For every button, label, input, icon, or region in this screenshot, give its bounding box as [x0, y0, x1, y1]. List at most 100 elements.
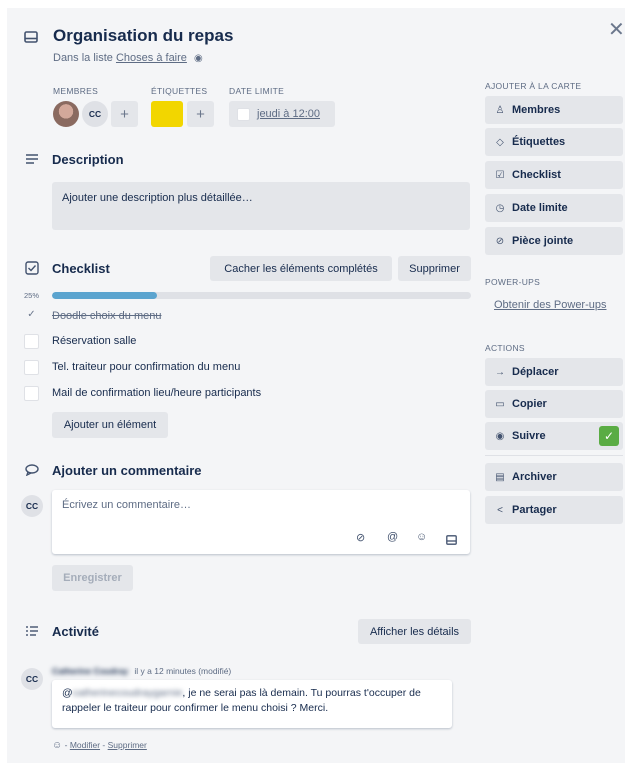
progress-track: [52, 292, 471, 299]
tags-label: ÉTIQUETTES: [151, 86, 208, 96]
emoji-icon[interactable]: ☺: [416, 531, 427, 543]
card-icon: [24, 30, 38, 48]
sidebar-label: Copier: [512, 398, 547, 410]
description-placeholder: Ajouter une description plus détaillée…: [62, 192, 253, 204]
add-checklist-item-button[interactable]: Ajouter un élément: [52, 412, 168, 438]
comment-avatar: CC: [21, 495, 43, 517]
activity-avatar: CC: [21, 668, 43, 690]
activity-mention[interactable]: catherinecoudraygarnie: [73, 686, 183, 701]
sidebar-label: Déplacer: [512, 366, 559, 378]
add-to-card-heading: AJOUTER À LA CARTE: [485, 81, 582, 91]
arrow-right-icon: →: [495, 366, 505, 378]
activity-icon: [24, 625, 40, 640]
mention-icon[interactable]: @: [387, 531, 398, 543]
delete-comment-link[interactable]: Supprimer: [108, 740, 147, 750]
sidebar-label: Membres: [512, 104, 561, 116]
sidebar-label: Partager: [512, 504, 557, 516]
progress-fill: [52, 292, 157, 299]
checklist-item-label: Tel. traiteur pour confirmation du menu: [52, 361, 241, 373]
tag-icon: ◇: [496, 136, 504, 148]
comment-input[interactable]: Écrivez un commentaire…: [52, 490, 470, 554]
sidebar-share-button[interactable]: < Partager: [485, 496, 623, 524]
powerups-heading: POWER-UPS: [485, 277, 541, 287]
comment-placeholder: Écrivez un commentaire…: [62, 499, 191, 511]
checklist-checkbox[interactable]: [24, 334, 39, 349]
activity-author[interactable]: Catherine Coudray: [52, 666, 128, 676]
activity-meta: il y a 12 minutes (modifié): [134, 666, 232, 676]
add-tag-button[interactable]: +: [187, 101, 214, 127]
checklist-item[interactable]: Doodle choix du menu: [52, 310, 161, 322]
checklist-item-label: Réservation salle: [52, 335, 137, 347]
checklist-checkbox[interactable]: [24, 386, 39, 401]
member-avatar-photo[interactable]: [53, 101, 79, 127]
get-powerups-link[interactable]: Obtenir des Power-ups: [494, 299, 607, 311]
due-label: DATE LIMITE: [229, 86, 285, 96]
sidebar-follow-button[interactable]: ◉ Suivre ✓: [485, 422, 623, 450]
save-comment-button[interactable]: Enregistrer: [52, 565, 133, 591]
sidebar-checklist-button[interactable]: ☑ Checklist: [485, 161, 623, 189]
activity-actions: ☺ - Modifier - Supprimer: [52, 740, 147, 751]
sidebar-move-button[interactable]: → Déplacer: [485, 358, 623, 386]
delete-checklist-button[interactable]: Supprimer: [398, 256, 471, 281]
edit-comment-link[interactable]: Modifier: [70, 740, 100, 750]
actions-heading: ACTIONS: [485, 343, 525, 353]
description-title: Description: [52, 152, 124, 167]
sidebar-due-date-button[interactable]: ◷ Date limite: [485, 194, 623, 222]
tag-yellow[interactable]: [151, 101, 183, 127]
members-label: MEMBRES: [53, 86, 99, 96]
sidebar-label: Étiquettes: [512, 136, 566, 148]
progress-percent: 25%: [24, 291, 40, 300]
due-date-button[interactable]: jeudi à 12:00: [229, 101, 335, 127]
description-icon: [24, 153, 40, 168]
sidebar-members-button[interactable]: ♙ Membres: [485, 96, 623, 124]
checklist-icon: [24, 261, 40, 278]
share-icon: <: [497, 504, 503, 516]
checklist-item[interactable]: Mail de confirmation lieu/heure particip…: [52, 387, 261, 399]
sidebar-archive-button[interactable]: ▤ Archiver: [485, 463, 623, 491]
sidebar-label: Pièce jointe: [512, 235, 574, 247]
comment-title: Ajouter un commentaire: [52, 463, 202, 478]
checklist-icon: ☑: [495, 169, 505, 181]
checklist-checkbox[interactable]: [24, 360, 39, 375]
actions-separator: -: [102, 740, 106, 750]
sidebar-labels-button[interactable]: ◇ Étiquettes: [485, 128, 623, 156]
add-member-button[interactable]: +: [111, 101, 138, 127]
reaction-icon[interactable]: ☺: [52, 740, 62, 751]
checklist-item-label: Doodle choix du menu: [52, 310, 162, 322]
sidebar-divider: [485, 455, 623, 456]
due-value: jeudi à 12:00: [257, 108, 320, 120]
close-icon[interactable]: ✕: [608, 20, 625, 40]
member-avatar-cc[interactable]: CC: [82, 101, 108, 127]
checklist-item[interactable]: Tel. traiteur pour confirmation du menu: [52, 361, 240, 373]
show-details-button[interactable]: Afficher les détails: [358, 619, 471, 644]
list-link[interactable]: Choses à faire: [116, 52, 187, 64]
sidebar-attachment-button[interactable]: ⊘ Pièce jointe: [485, 227, 623, 255]
card-list-info: Dans la liste Choses à faire ◉: [53, 52, 203, 64]
eye-icon: ◉: [495, 430, 505, 442]
card-link-icon[interactable]: [446, 532, 457, 550]
attachment-icon[interactable]: ⊘: [356, 531, 365, 544]
sidebar-label: Checklist: [512, 169, 561, 181]
description-field[interactable]: Ajouter une description plus détaillée…: [52, 182, 470, 230]
mention-at: @: [62, 687, 73, 699]
list-prefix: Dans la liste: [53, 52, 113, 64]
checklist-item-done-check-icon[interactable]: ✓: [24, 309, 39, 324]
follow-check-icon: ✓: [599, 426, 619, 446]
card-title[interactable]: Organisation du repas: [53, 26, 233, 46]
sidebar-label: Date limite: [512, 202, 568, 214]
checklist-item[interactable]: Réservation salle: [52, 335, 136, 347]
sidebar-label: Archiver: [512, 471, 557, 483]
activity-comment: @catherinecoudraygarnie, je ne serai pas…: [52, 680, 452, 728]
card-icon: ▭: [495, 398, 505, 410]
activity-header: Catherine Coudray il y a 12 minutes (mod…: [52, 666, 231, 676]
checklist-item-label: Mail de confirmation lieu/heure particip…: [52, 387, 262, 399]
due-checkbox[interactable]: [237, 107, 250, 121]
paperclip-icon: ⊘: [495, 235, 505, 247]
actions-separator: -: [64, 740, 68, 750]
comment-icon: [24, 464, 40, 479]
checklist-title: Checklist: [52, 261, 110, 276]
sidebar-label: Suivre: [512, 430, 546, 442]
archive-icon: ▤: [495, 471, 505, 483]
sidebar-copy-button[interactable]: ▭ Copier: [485, 390, 623, 418]
hide-completed-button[interactable]: Cacher les éléments complétés: [210, 256, 392, 281]
